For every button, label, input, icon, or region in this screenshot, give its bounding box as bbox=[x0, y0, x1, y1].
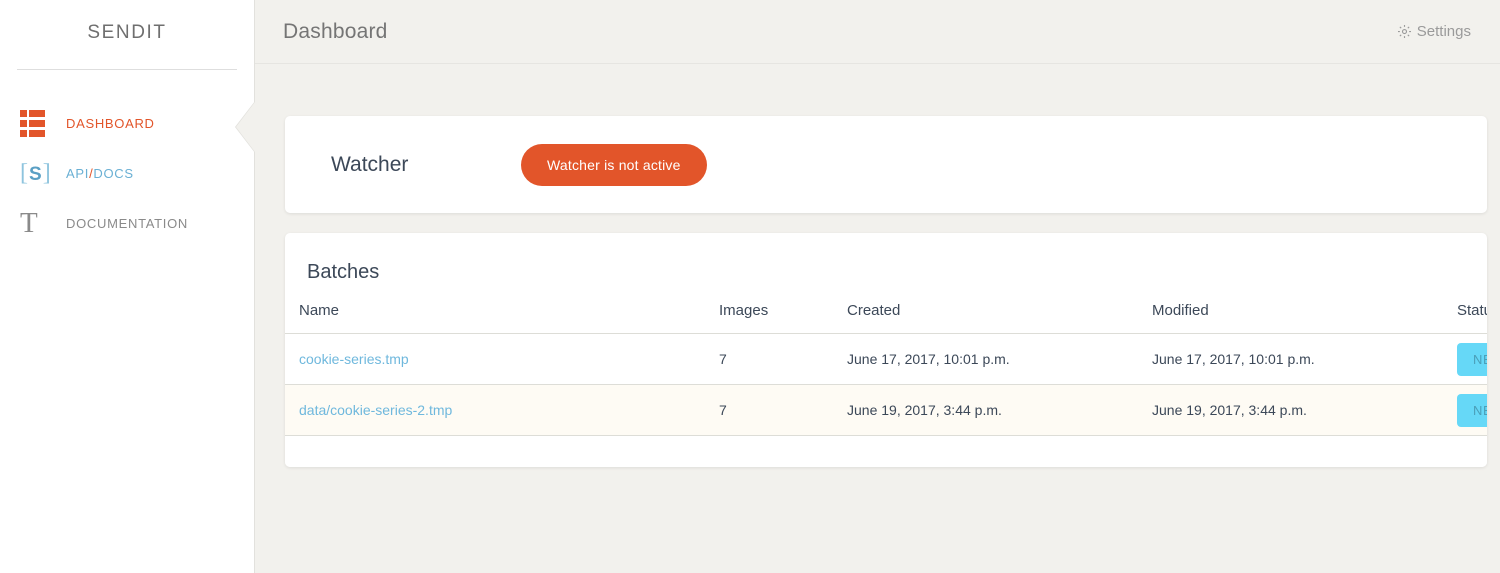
batch-link[interactable]: data/cookie-series-2.tmp bbox=[299, 402, 452, 418]
s-bracket-icon: [S] bbox=[20, 160, 52, 186]
brand-name: SENDIT bbox=[87, 22, 167, 43]
cell-created: June 17, 2017, 10:01 p.m. bbox=[847, 333, 1152, 385]
sidebar-item-label-documentation: DOCUMENTATION bbox=[66, 215, 188, 231]
content-area: Watcher Watcher is not active Batches Na… bbox=[255, 64, 1500, 573]
status-badge[interactable]: NEW bbox=[1457, 342, 1487, 376]
spacer-cell bbox=[719, 435, 847, 467]
sidebar-item-api-docs[interactable]: [S] API/DOCS bbox=[0, 148, 254, 198]
main-area: Dashboard Settings Watcher Watcher is no… bbox=[255, 0, 1500, 573]
column-header-created[interactable]: Created bbox=[847, 302, 1152, 334]
settings-label: Settings bbox=[1416, 23, 1471, 40]
cell-name: data/cookie-series-2.tmp bbox=[285, 384, 719, 436]
table-footer-spacer bbox=[285, 435, 1487, 467]
sidebar-item-label-dashboard: DASHBOARD bbox=[66, 115, 155, 131]
status-badge[interactable]: NEW bbox=[1457, 393, 1487, 427]
cell-modified: June 19, 2017, 3:44 p.m. bbox=[1152, 384, 1457, 436]
spacer-cell bbox=[285, 435, 719, 467]
page-title: Dashboard bbox=[283, 19, 388, 43]
sidebar-item-label-api-docs: API/DOCS bbox=[66, 166, 134, 181]
spacer-cell bbox=[1152, 435, 1457, 467]
cell-created: June 19, 2017, 3:44 p.m. bbox=[847, 384, 1152, 436]
dashboard-rows-icon bbox=[20, 109, 56, 137]
cell-status: NEW bbox=[1457, 333, 1487, 385]
spacer-cell bbox=[1457, 435, 1487, 467]
table-row: data/cookie-series-2.tmp 7 June 19, 2017… bbox=[285, 384, 1487, 436]
column-header-modified[interactable]: Modified bbox=[1152, 302, 1457, 334]
watcher-status-button[interactable]: Watcher is not active bbox=[521, 143, 707, 186]
app-root: SENDIT DASHBOARD [S] API/DOCS T DOCUMENT… bbox=[0, 0, 1500, 573]
batches-table-head: Name Images Created Modified Status bbox=[285, 302, 1487, 334]
sidebar-item-documentation[interactable]: T DOCUMENTATION bbox=[0, 198, 254, 248]
batches-title: Batches bbox=[307, 261, 380, 283]
column-header-status[interactable]: Status bbox=[1457, 302, 1487, 334]
table-row: cookie-series.tmp 7 June 17, 2017, 10:01… bbox=[285, 333, 1487, 385]
sidebar-item-dashboard[interactable]: DASHBOARD bbox=[0, 98, 254, 148]
active-item-pointer bbox=[236, 102, 255, 152]
cell-name: cookie-series.tmp bbox=[285, 333, 719, 385]
top-bar: Dashboard Settings bbox=[255, 0, 1500, 64]
brand-logo[interactable]: SENDIT bbox=[0, 0, 254, 66]
column-header-name[interactable]: Name bbox=[285, 302, 719, 334]
cell-images: 7 bbox=[719, 384, 847, 436]
docs-label: DOCS bbox=[93, 165, 134, 181]
table-header-row: Name Images Created Modified Status bbox=[285, 302, 1487, 334]
batches-table: Name Images Created Modified Status cook… bbox=[285, 302, 1487, 467]
watcher-title: Watcher bbox=[331, 152, 409, 176]
batches-table-body: cookie-series.tmp 7 June 17, 2017, 10:01… bbox=[285, 333, 1487, 467]
column-header-images[interactable]: Images bbox=[719, 302, 847, 334]
sidebar: SENDIT DASHBOARD [S] API/DOCS T DOCUMENT… bbox=[0, 0, 255, 573]
sidebar-nav: DASHBOARD [S] API/DOCS T DOCUMENTATION bbox=[0, 70, 254, 248]
gear-icon bbox=[1397, 24, 1412, 39]
cell-status: NEW bbox=[1457, 384, 1487, 436]
spacer-cell bbox=[847, 435, 1152, 467]
batch-link[interactable]: cookie-series.tmp bbox=[299, 351, 409, 367]
batches-card: Batches Name Images Created Modified Sta… bbox=[285, 233, 1487, 467]
cell-modified: June 17, 2017, 10:01 p.m. bbox=[1152, 333, 1457, 385]
settings-button[interactable]: Settings bbox=[1397, 23, 1471, 40]
serif-t-icon: T bbox=[20, 206, 38, 239]
api-label: API bbox=[66, 165, 90, 181]
cell-images: 7 bbox=[719, 333, 847, 385]
watcher-card: Watcher Watcher is not active bbox=[285, 116, 1487, 213]
